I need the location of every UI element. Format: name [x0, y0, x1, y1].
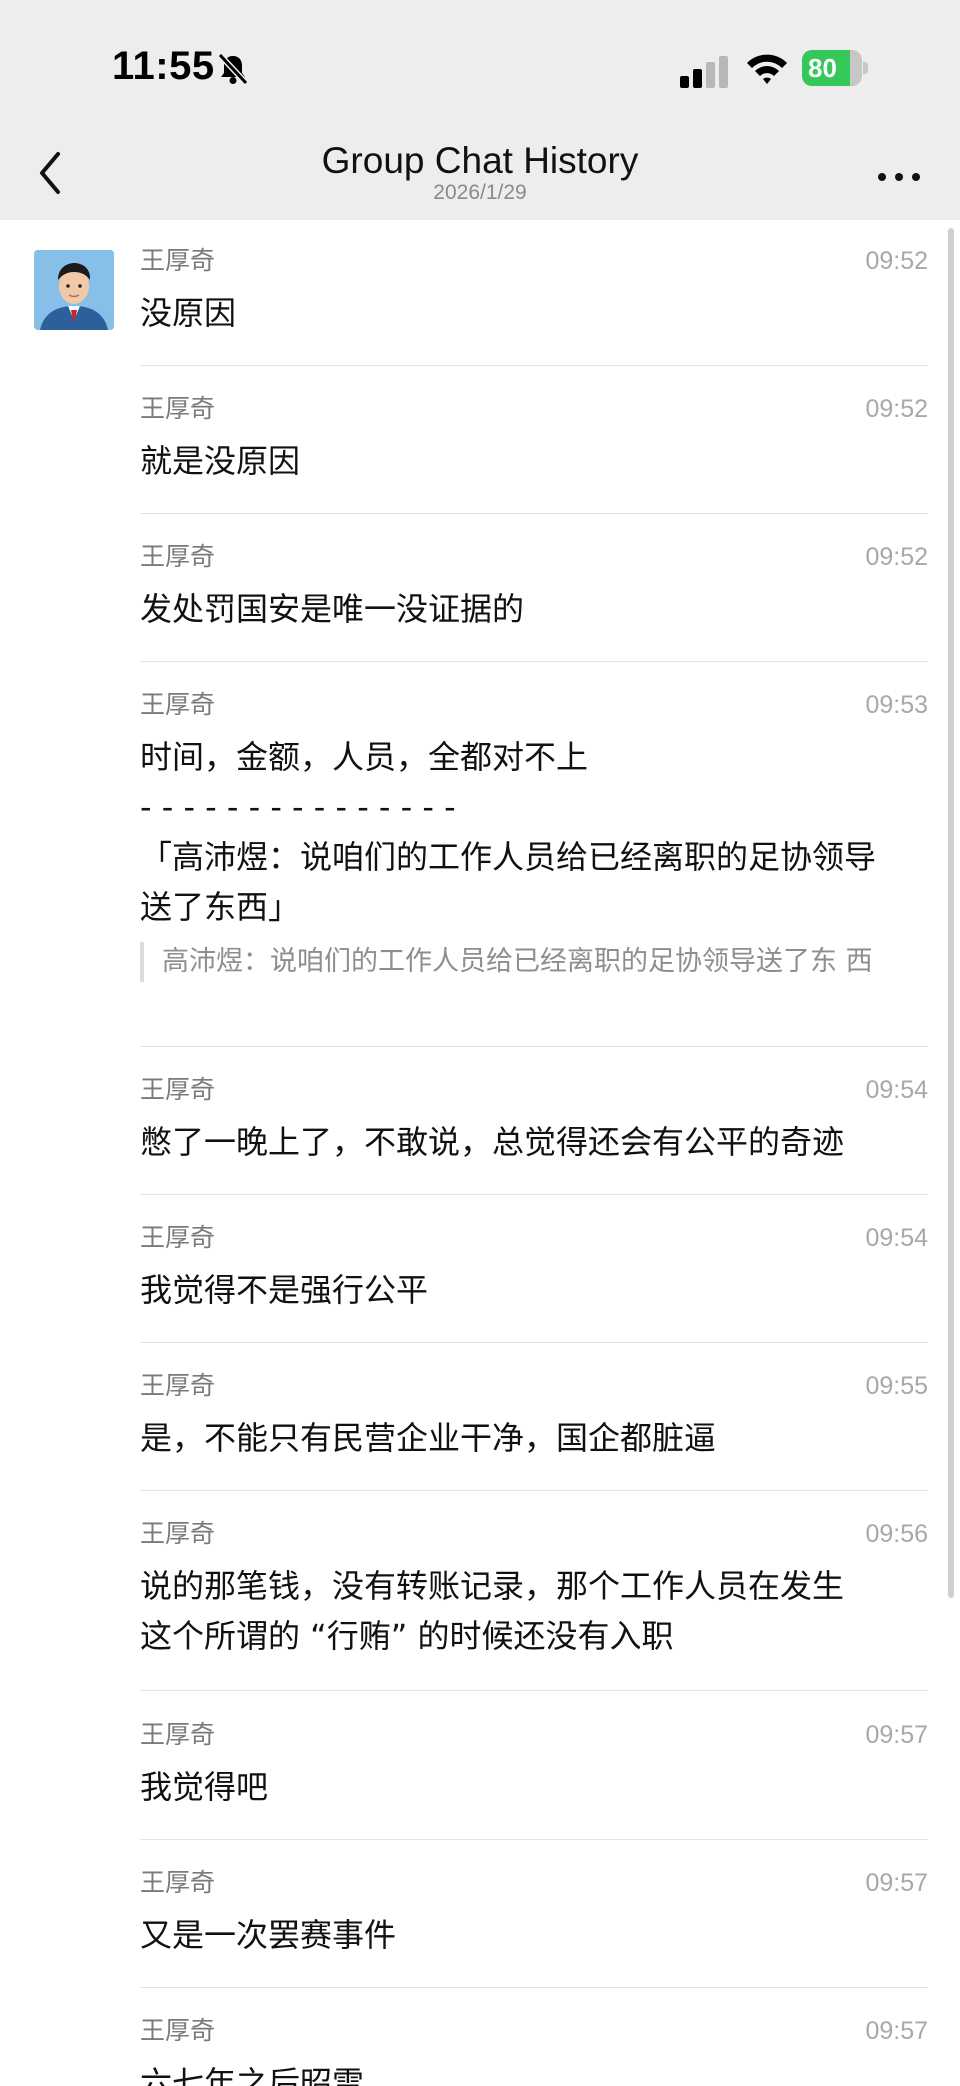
message-time: 09:52 [865, 247, 928, 275]
wifi-icon [747, 54, 787, 84]
battery-body: 80 [802, 50, 862, 86]
quoted-message[interactable]: 高沛煜：说咱们的工作人员给已经离职的足协领导送了东 西 [140, 942, 928, 982]
message-time: 09:53 [865, 691, 928, 719]
message-sender: 王厚奇 [140, 1868, 216, 1897]
message-sender: 王厚奇 [140, 690, 216, 719]
message-divider [140, 661, 928, 662]
scrollbar[interactable] [948, 228, 954, 1598]
message-time: 09:52 [865, 543, 928, 571]
message-item[interactable]: 王厚奇 09:56 说的那笔钱，没有转账记录，那个工作人员在发生 这个所谓的 “… [140, 1519, 928, 1689]
message-sender: 王厚奇 [140, 2016, 216, 2045]
page-title: Group Chat History [321, 140, 639, 181]
message-text: 我觉得吧 [140, 1768, 269, 1806]
message-time: 09:54 [865, 1076, 928, 1104]
message-item[interactable]: 王厚奇 09:57 六七年之后昭雪 [140, 2016, 928, 2086]
message-time: 09:57 [865, 2017, 928, 2045]
message-time: 09:56 [865, 1520, 928, 1548]
message-divider [140, 1046, 928, 1047]
battery-cap [863, 62, 868, 74]
message-divider [140, 1490, 928, 1491]
status-time: 11:55 [112, 44, 215, 88]
message-time: 09:57 [865, 1869, 928, 1897]
message-item[interactable]: 王厚奇 09:52 就是没原因 [140, 394, 928, 504]
message-divider [140, 1839, 928, 1840]
message-sender: 王厚奇 [140, 542, 216, 571]
message-sender: 王厚奇 [140, 246, 216, 275]
message-list[interactable]: 王厚奇 09:52 没原因 王厚奇 09:52 就是没原因 王厚奇 09:52 … [0, 220, 960, 2086]
message-text: 时间，金额，人员，全都对不上 - - - - - - - - - - - - -… [140, 738, 877, 926]
message-item[interactable]: 王厚奇 09:54 憋了一晚上了，不敢说，总觉得还会有公平的奇迹 [140, 1075, 928, 1185]
battery-percent: 80 [808, 53, 837, 83]
message-time: 09:52 [865, 395, 928, 423]
message-text: 我觉得不是强行公平 [140, 1271, 429, 1309]
message-sender: 王厚奇 [140, 1075, 216, 1104]
message-text: 说的那笔钱，没有转账记录，那个工作人员在发生 这个所谓的 “行贿” 的时候还没有… [140, 1567, 845, 1655]
ellipsis-icon[interactable] [874, 162, 924, 192]
message-divider [140, 365, 928, 366]
message-text: 是，不能只有民营企业干净，国企都脏逼 [140, 1419, 717, 1457]
message-time: 09:57 [865, 1721, 928, 1749]
nav-bar: Group Chat History 2026/1/29 [0, 140, 960, 220]
message-item[interactable]: 王厚奇 09:57 又是一次罢赛事件 [140, 1868, 928, 1978]
message-text: 发处罚国安是唯一没证据的 [140, 590, 525, 628]
message-text: 六七年之后昭雪 [140, 2064, 365, 2086]
status-bar: 11:55 80 [0, 0, 960, 140]
message-divider [140, 1342, 928, 1343]
message-text: 没原因 [140, 294, 237, 332]
message-sender: 王厚奇 [140, 394, 216, 423]
message-text: 就是没原因 [140, 442, 301, 480]
message-item[interactable]: 王厚奇 09:57 我觉得吧 [140, 1720, 928, 1830]
message-divider [140, 1690, 928, 1691]
message-text: 又是一次罢赛事件 [140, 1916, 397, 1954]
message-time: 09:54 [865, 1224, 928, 1252]
bell-muted-icon [217, 52, 249, 86]
avatar[interactable] [34, 250, 114, 330]
message-item[interactable]: 王厚奇 09:52 发处罚国安是唯一没证据的 [140, 542, 928, 652]
message-divider [140, 513, 928, 514]
avatar-image [34, 250, 114, 330]
message-time: 09:55 [865, 1372, 928, 1400]
message-sender: 王厚奇 [140, 1223, 216, 1252]
message-item[interactable]: 王厚奇 09:54 我觉得不是强行公平 [140, 1223, 928, 1333]
message-item[interactable]: 王厚奇 09:52 没原因 [140, 246, 928, 356]
signal-icon [680, 56, 728, 88]
message-divider [140, 1194, 928, 1195]
message-item[interactable]: 王厚奇 09:53 时间，金额，人员，全都对不上 - - - - - - - -… [140, 690, 928, 1030]
page-date: 2026/1/29 [433, 181, 527, 204]
message-sender: 王厚奇 [140, 1519, 216, 1548]
message-item[interactable]: 王厚奇 09:55 是，不能只有民营企业干净，国企都脏逼 [140, 1371, 928, 1481]
message-sender: 王厚奇 [140, 1720, 216, 1749]
message-text: 憋了一晚上了，不敢说，总觉得还会有公平的奇迹 [140, 1123, 845, 1161]
battery-charging-icon: 80 [802, 50, 868, 86]
message-divider [140, 1987, 928, 1988]
message-sender: 王厚奇 [140, 1371, 216, 1400]
